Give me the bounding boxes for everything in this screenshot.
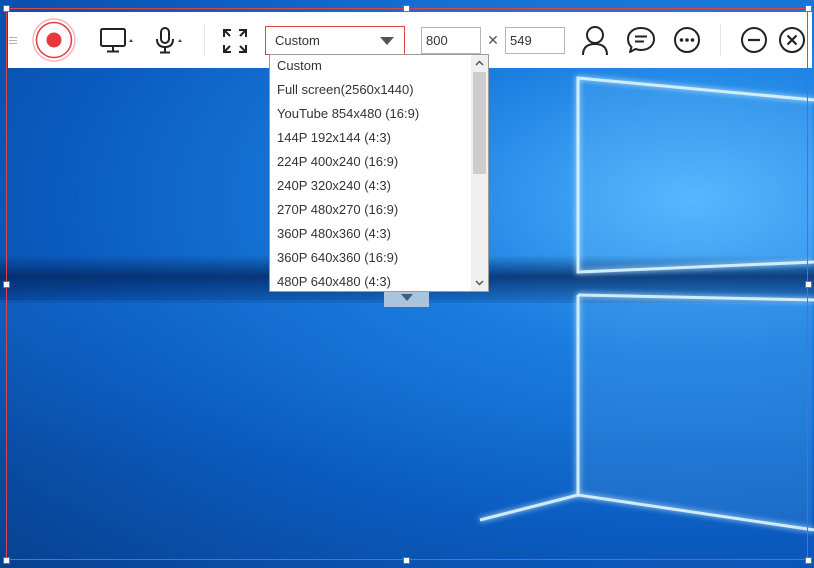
dropdown-option[interactable]: 240P 320x240 (4:3) (270, 174, 488, 198)
resize-handle-top[interactable] (403, 5, 410, 12)
chevron-down-icon (380, 37, 394, 45)
close-icon (779, 27, 805, 53)
dropdown-option[interactable]: 224P 400x240 (16:9) (270, 150, 488, 174)
chevron-down-icon (475, 280, 484, 286)
microphone-button[interactable] (153, 25, 189, 55)
microphone-icon (156, 27, 182, 54)
resize-handle-bottom-right[interactable] (805, 557, 812, 564)
size-preset-dropdown: Custom Full screen(2560x1440) YouTube 85… (269, 54, 489, 292)
drag-handle-icon[interactable] (8, 33, 18, 47)
height-input[interactable]: 549 (505, 27, 565, 54)
size-preset-value: Custom (275, 33, 320, 48)
toolbar-divider (720, 24, 721, 56)
record-button[interactable] (31, 17, 77, 63)
times-icon: ✕ (487, 32, 499, 48)
resize-handle-bottom[interactable] (403, 557, 410, 564)
scroll-down-arrow[interactable] (471, 275, 488, 291)
monitor-icon (100, 28, 133, 53)
screen-source-button[interactable] (98, 25, 140, 55)
account-button[interactable] (579, 23, 611, 57)
expand-icon (223, 29, 247, 53)
dropdown-option[interactable]: YouTube 854x480 (16:9) (270, 102, 488, 126)
resize-handle-top-left[interactable] (3, 5, 10, 12)
resize-handle-bottom-left[interactable] (3, 557, 10, 564)
fullscreen-button[interactable] (220, 26, 250, 56)
user-icon (582, 26, 608, 56)
resize-handle-left[interactable] (3, 281, 10, 288)
more-options-button[interactable] (672, 25, 702, 55)
size-preset-select[interactable]: Custom (265, 26, 405, 55)
more-icon (674, 27, 700, 53)
minimize-button[interactable] (740, 26, 768, 54)
width-input[interactable]: 800 (421, 27, 481, 54)
scroll-up-arrow[interactable] (471, 55, 488, 71)
close-button[interactable] (778, 26, 806, 54)
dropdown-scrollbar[interactable] (471, 55, 488, 291)
height-value: 549 (510, 33, 532, 48)
resize-handle-top-right[interactable] (805, 5, 812, 12)
dropdown-option[interactable]: 360P 640x360 (16:9) (270, 246, 488, 270)
resize-handle-right[interactable] (805, 281, 812, 288)
minimize-icon (741, 27, 767, 53)
dropdown-option[interactable]: Full screen(2560x1440) (270, 78, 488, 102)
dropdown-option[interactable]: 144P 192x144 (4:3) (270, 126, 488, 150)
dropdown-option[interactable]: 480P 640x480 (4:3) (270, 270, 488, 291)
chevron-down-icon (400, 294, 413, 301)
toolbar-divider (204, 24, 205, 56)
feedback-button[interactable] (625, 24, 657, 56)
scrollbar-thumb[interactable] (473, 72, 486, 174)
chat-bubble-icon (627, 27, 655, 53)
chevron-up-icon (475, 60, 484, 66)
record-icon (32, 18, 76, 62)
dropdown-option[interactable]: Custom (270, 55, 488, 78)
dropdown-option[interactable]: 270P 480x270 (16:9) (270, 198, 488, 222)
width-value: 800 (426, 33, 448, 48)
dropdown-option[interactable]: 360P 480x360 (4:3) (270, 222, 488, 246)
